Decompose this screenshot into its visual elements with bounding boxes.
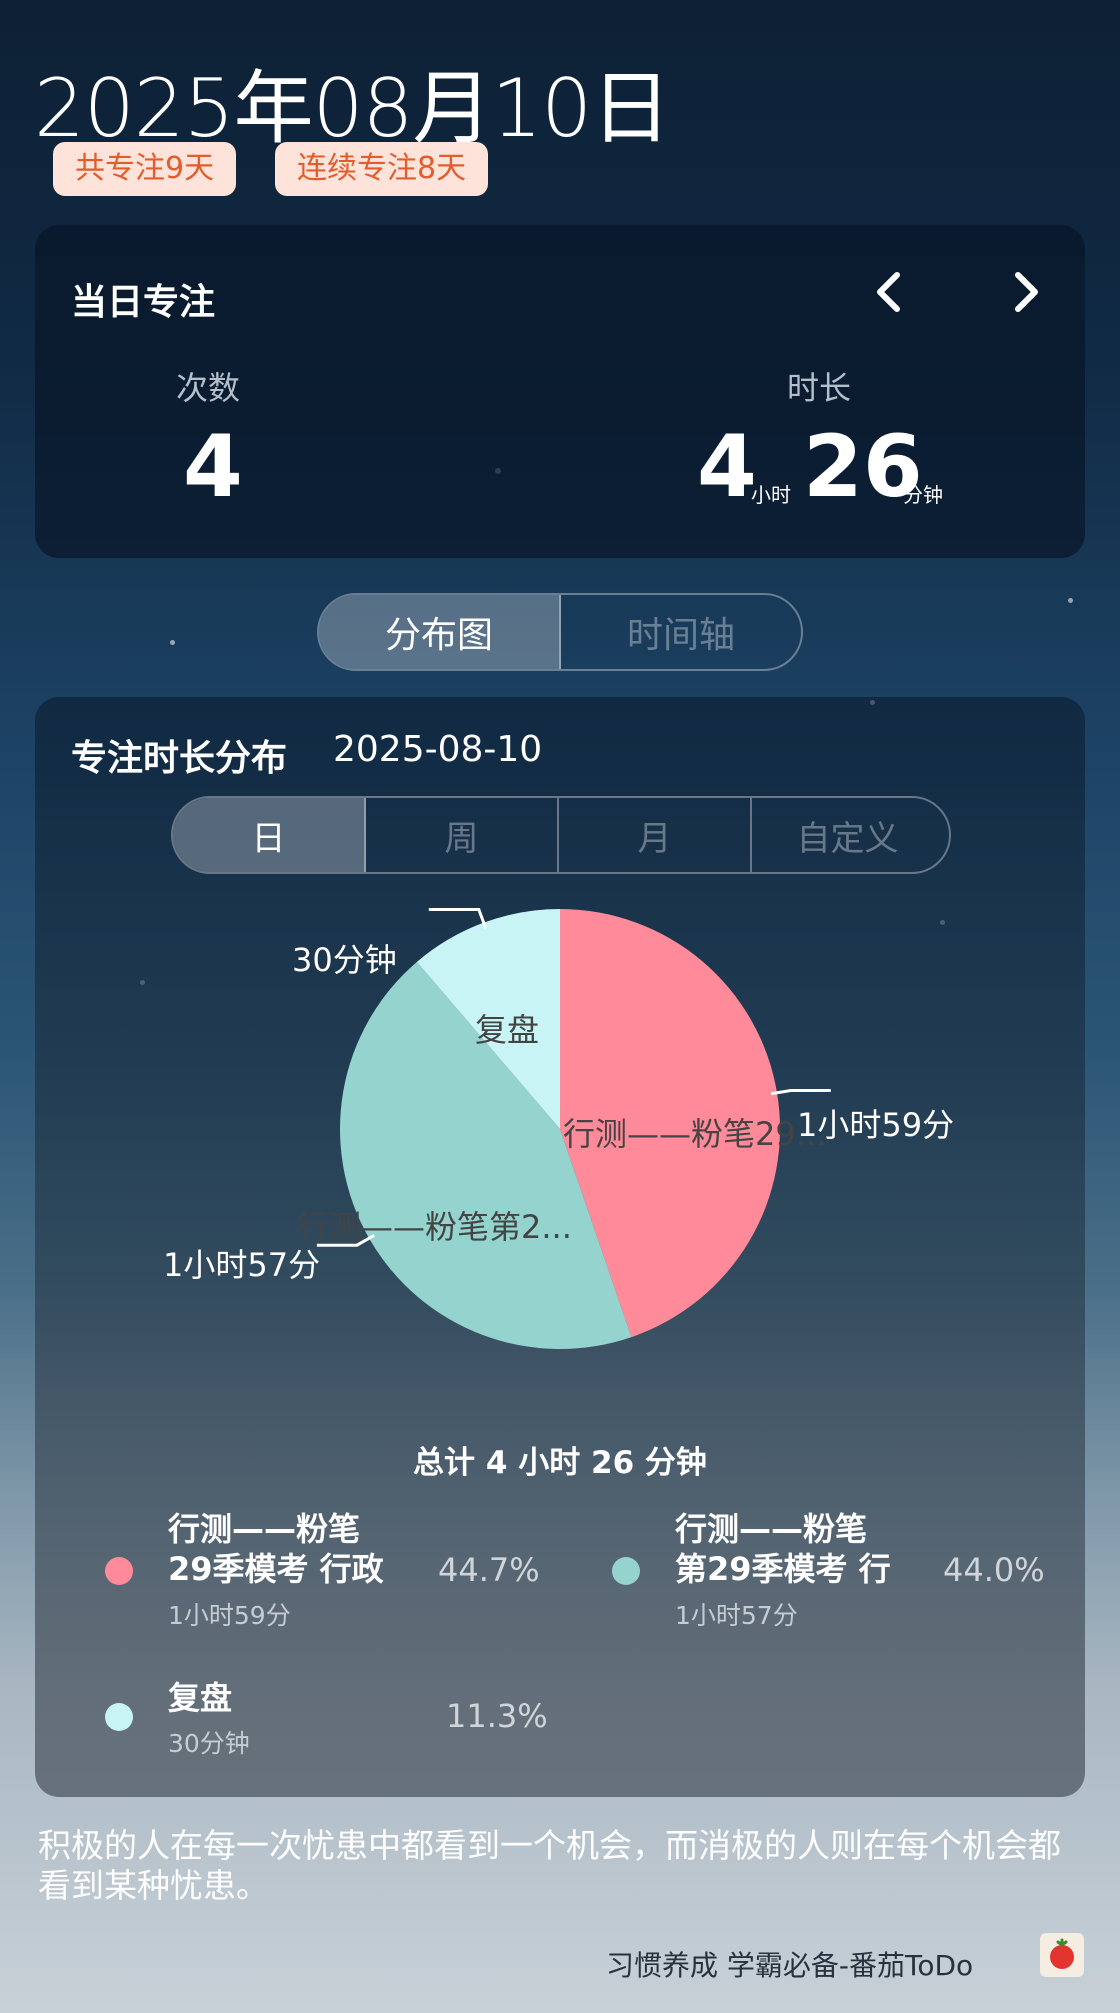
bg-speck <box>170 640 175 645</box>
pie-leader-line <box>770 1088 831 1096</box>
tab-timeline[interactable]: 时间轴 <box>561 595 801 669</box>
streak-days-badge: 连续专注8天 <box>275 142 489 196</box>
distribution-title: 专注时长分布 <box>71 738 288 779</box>
legend-percent: 11.3% <box>446 1697 548 1735</box>
legend-dot <box>105 1557 133 1585</box>
bg-speck <box>1068 598 1073 603</box>
tab-month[interactable]: 月 <box>559 798 752 872</box>
prev-day-button[interactable] <box>865 267 915 317</box>
total-days-badge: 共专注9天 <box>53 142 237 196</box>
distribution-card: 专注时长分布 2025-08-10 日 周 月 自定义 30分钟 1小时59分 … <box>35 697 1085 1797</box>
legend-name: 第29季模考 行 <box>675 1550 891 1588</box>
app-logo <box>1040 1933 1084 1977</box>
count-label: 次数 <box>176 369 241 407</box>
duration-hours: 4 <box>697 417 757 517</box>
distribution-date: 2025-08-10 <box>333 729 543 770</box>
daily-focus-card: 当日专注 次数 4 时长 4 小时 26 分钟 <box>35 225 1085 558</box>
tomato-icon <box>1050 1938 1074 1969</box>
pie-slice-label: 行测——粉笔29... <box>563 1115 827 1153</box>
legend-percent: 44.0% <box>943 1551 1045 1589</box>
footer-slogan: 习惯养成 学霸必备-番茄ToDo <box>606 1949 974 1982</box>
legend-percent: 44.7% <box>438 1551 540 1589</box>
count-value: 4 <box>183 417 243 517</box>
legend-duration: 1小时59分 <box>168 1601 291 1630</box>
legend-name: 复盘 <box>168 1679 233 1717</box>
view-toggle: 分布图 时间轴 <box>317 593 803 671</box>
pie-slice-label: 复盘 <box>475 1011 540 1049</box>
legend-duration: 1小时57分 <box>675 1601 798 1630</box>
next-day-button[interactable] <box>1000 267 1050 317</box>
total-duration: 总计 4 小时 26 分钟 <box>413 1445 707 1481</box>
legend-name: 行测——粉笔 <box>168 1510 361 1548</box>
daily-focus-title: 当日专注 <box>71 282 216 323</box>
minutes-unit: 分钟 <box>903 483 943 507</box>
period-tabs: 日 周 月 自定义 <box>171 796 951 874</box>
legend-name: 29季模考 行政 <box>168 1550 384 1588</box>
pie-value-label: 30分钟 <box>292 941 397 979</box>
focus-pie-chart <box>316 908 831 1349</box>
legend-duration: 30分钟 <box>168 1729 250 1758</box>
chevron-right-icon <box>1015 272 1038 312</box>
chevron-left-icon <box>877 272 900 312</box>
duration-label: 时长 <box>787 369 852 407</box>
legend-dot <box>105 1703 133 1731</box>
hours-unit: 小时 <box>751 483 791 507</box>
pie-slice-label: 行测——粉笔第2... <box>297 1208 572 1246</box>
tab-custom[interactable]: 自定义 <box>752 798 943 872</box>
legend-dot <box>612 1557 640 1585</box>
tab-day[interactable]: 日 <box>173 798 366 872</box>
tab-week[interactable]: 周 <box>366 798 559 872</box>
tab-distribution[interactable]: 分布图 <box>319 595 561 669</box>
legend-name: 行测——粉笔 <box>675 1510 868 1548</box>
motivational-quote: 积极的人在每一次忧患中都看到一个机会，而消极的人则在每个机会都看到某种忧患。 <box>38 1826 1061 1905</box>
